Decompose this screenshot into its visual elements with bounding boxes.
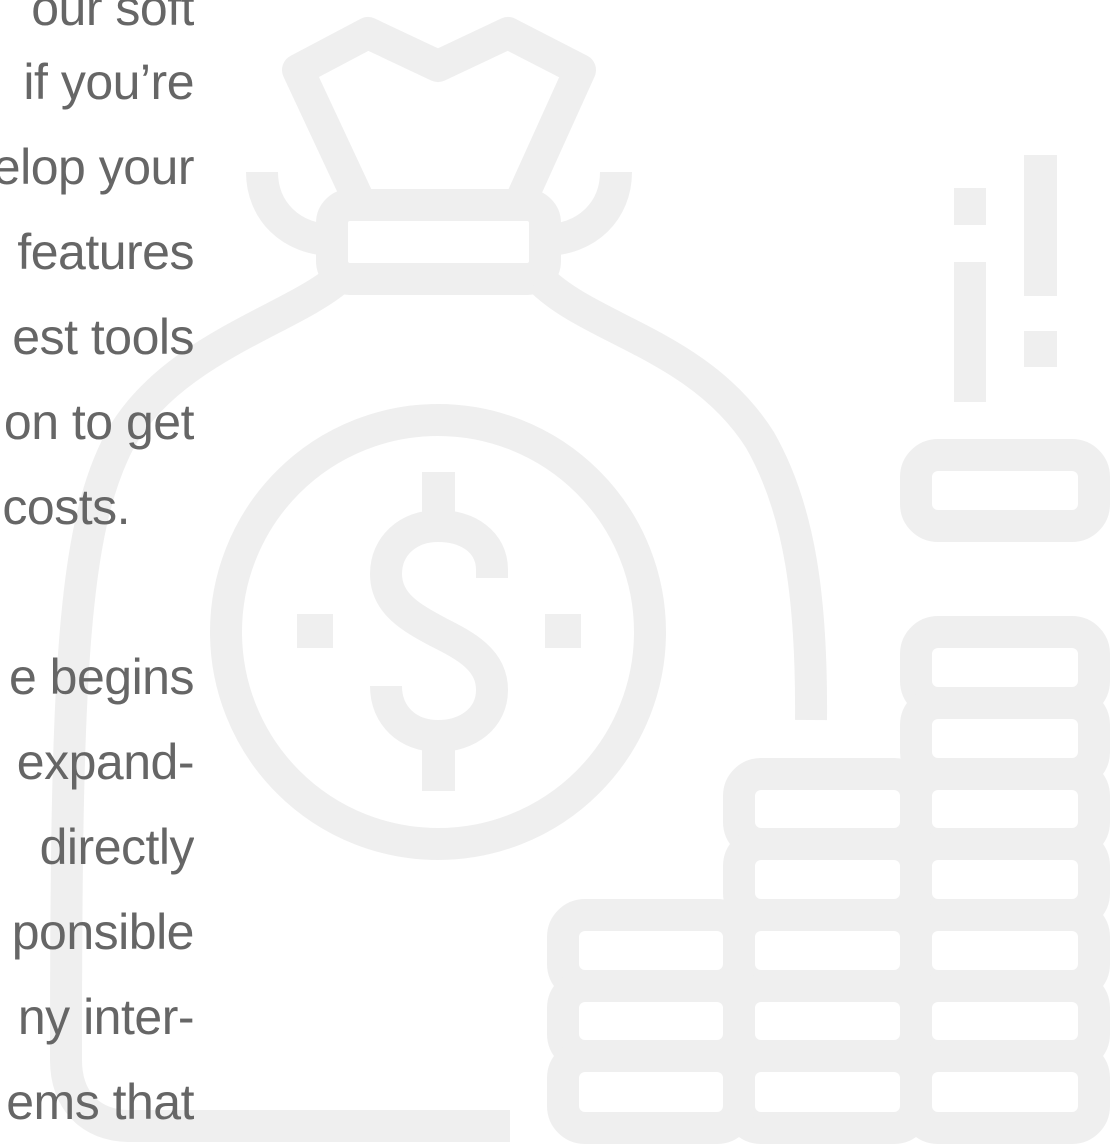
text-line: ny inter- (17, 989, 194, 1045)
dollar-s-curve (370, 510, 508, 752)
dollar-bottom-bar (422, 744, 455, 791)
text-line: e begins (8, 649, 194, 705)
mark-bar-2 (954, 262, 986, 402)
coin-left-3 (547, 1040, 755, 1144)
text-line: our soft (31, 0, 194, 36)
body-text-column: our soft if you’re elop your features es… (0, 0, 194, 1148)
bag-tie-band (316, 189, 561, 295)
single-coin-icon (900, 439, 1110, 542)
single-coin (900, 439, 1110, 542)
text-line: expand- (16, 734, 194, 790)
text-line: costs. (2, 479, 130, 535)
coin-dot-left (297, 614, 333, 648)
bag-body-right (528, 267, 828, 721)
text-line: est tools (12, 309, 194, 365)
text-line: elop your (0, 139, 194, 195)
mark-bar-3 (1024, 155, 1057, 296)
dollar-top-bar (422, 472, 455, 518)
mark-bar-1 (954, 188, 986, 225)
coin-dot-right (545, 614, 581, 648)
mark-bar-4 (1024, 331, 1057, 367)
bag-top-outline (282, 17, 596, 214)
coin-right-7 (900, 1040, 1110, 1144)
coin-mid-5 (723, 1040, 932, 1144)
text-line: on to get (3, 394, 194, 450)
text-line: ems that (6, 1074, 194, 1130)
text-line: features (17, 224, 194, 280)
text-line: ponsible (11, 904, 194, 960)
text-line: if you’re (23, 54, 194, 110)
sparkle-marks-icon (954, 155, 1057, 402)
text-line: directly (39, 819, 194, 875)
